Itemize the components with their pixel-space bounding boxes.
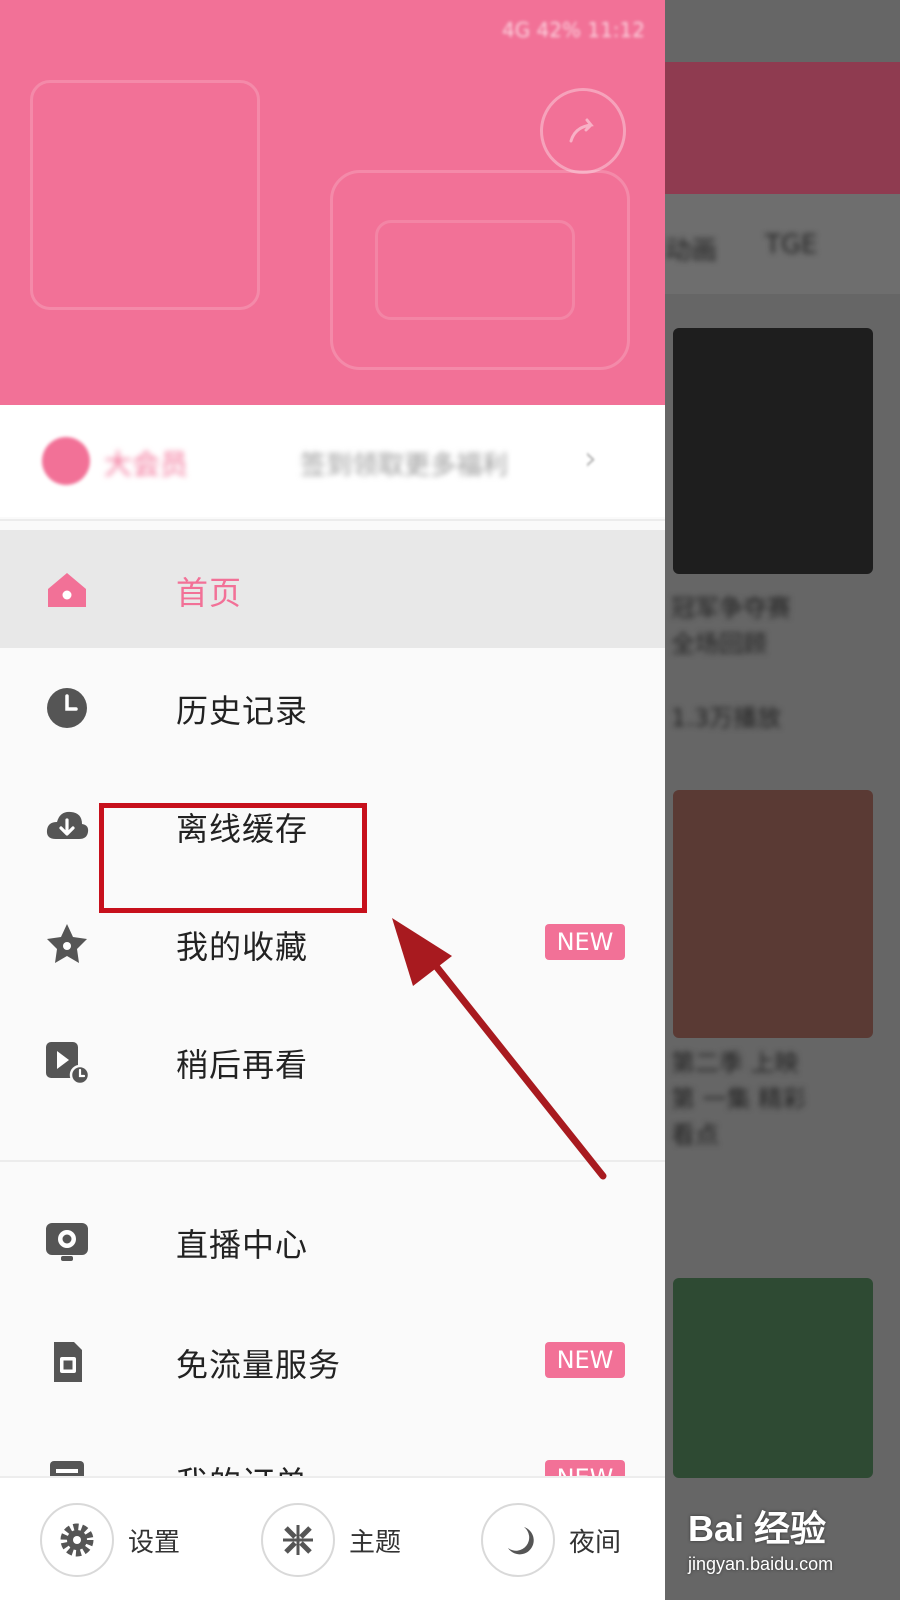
annotation-arrow (392, 918, 607, 1180)
watermark: Bai 经验 jingyan.baidu.com (688, 1500, 888, 1575)
watermark-url: jingyan.baidu.com (688, 1554, 834, 1574)
watermark-brand: Bai 经验 (688, 1508, 827, 1549)
